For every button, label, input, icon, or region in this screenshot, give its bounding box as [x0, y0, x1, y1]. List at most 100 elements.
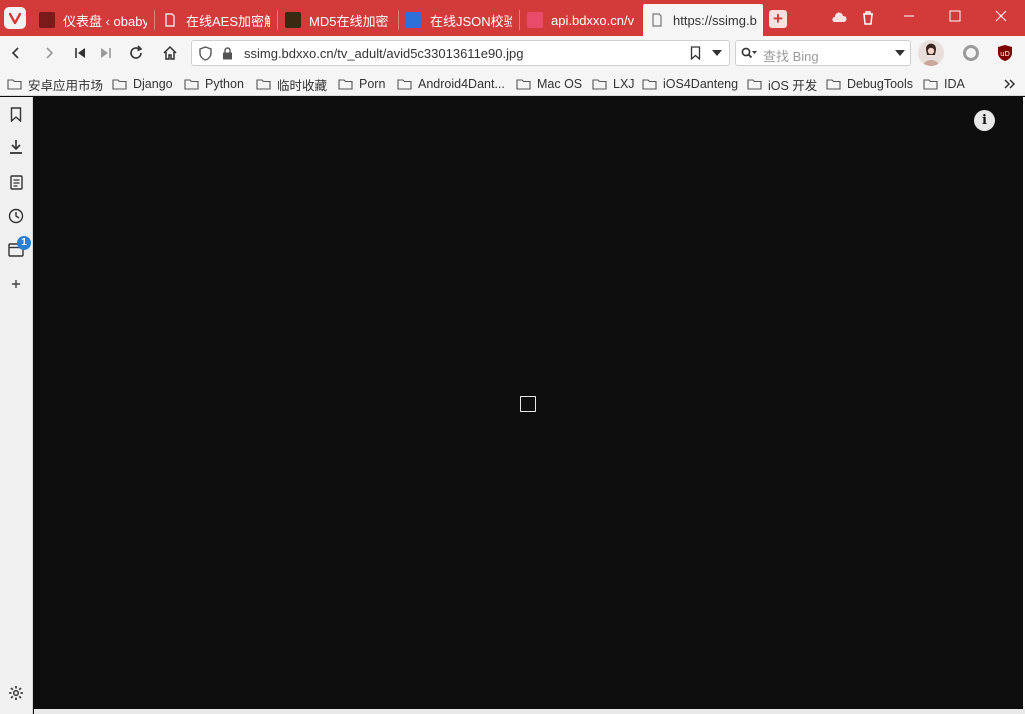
tab-title: 在线JSON校验格 — [430, 13, 512, 29]
bookmark-folder[interactable]: Mac OS — [516, 75, 582, 93]
bookmark-label: iOS 开发 — [768, 78, 818, 93]
bookmark-label: LXJ — [613, 77, 635, 91]
bookmarks-panel-button[interactable] — [7, 105, 25, 123]
tab-aes[interactable]: 在线AES加密解密 — [156, 4, 276, 36]
minimize-button[interactable] — [886, 0, 932, 32]
bookmarks-overflow-button[interactable] — [1003, 75, 1017, 93]
tab-bar: 仪表盘 ‹ obaby@ 在线AES加密解密 MD5在线加密 - 在线JSON校… — [0, 0, 1025, 36]
tab-dashboard[interactable]: 仪表盘 ‹ obaby@ — [33, 4, 153, 36]
bookmarks-bar: 安卓应用市场 Django Python 临时收藏 Porn Android4D… — [0, 70, 1025, 96]
home-button[interactable] — [159, 42, 181, 64]
navigation-bar: ssimg.bdxxo.cn/tv_adult/avid5c33013611e9… — [0, 36, 1025, 70]
tab-divider — [519, 10, 520, 30]
chevron-down-icon[interactable] — [712, 50, 722, 57]
url-text: ssimg.bdxxo.cn/tv_adult/avid5c33013611e9… — [244, 46, 524, 61]
reload-button[interactable] — [125, 42, 147, 64]
tab-ssimg-active[interactable]: https://ssimg.bd — [643, 4, 763, 36]
page-icon — [162, 12, 178, 28]
folder-icon — [184, 79, 199, 90]
tab-json[interactable]: 在线JSON校验格 — [400, 4, 518, 36]
bookmark-label: 临时收藏 — [277, 78, 328, 93]
history-panel-button[interactable] — [7, 207, 25, 225]
avatar-icon — [923, 43, 939, 66]
window-count-badge: 1 — [17, 236, 31, 250]
fast-forward-button[interactable] — [95, 42, 117, 64]
gear-icon — [9, 686, 23, 700]
minimize-icon — [904, 15, 914, 17]
tab-divider — [398, 10, 399, 30]
tab-title: api.bdxxo.cn/v1/ — [551, 12, 635, 28]
folder-icon — [338, 79, 353, 90]
bookmark-label: Python — [205, 77, 244, 91]
bookmark-label: 安卓应用市场 — [28, 78, 104, 93]
broken-image-placeholder — [520, 396, 536, 412]
md5-favicon-icon — [285, 12, 301, 28]
image-info-button[interactable]: i — [974, 110, 995, 131]
folder-icon — [112, 79, 127, 90]
add-web-panel-button[interactable] — [7, 275, 25, 293]
side-panel: 1 — [0, 97, 33, 714]
close-window-button[interactable] — [978, 0, 1024, 32]
back-button[interactable] — [5, 42, 27, 64]
home-icon — [163, 45, 177, 60]
json-favicon-icon — [406, 12, 422, 28]
ublock-button[interactable]: uD — [994, 42, 1016, 64]
chevron-down-icon[interactable] — [895, 50, 905, 57]
folder-icon — [592, 79, 607, 90]
back-arrow-icon — [11, 47, 19, 59]
bookmark-folder[interactable]: Android4Dant... — [397, 75, 505, 93]
bookmark-folder[interactable]: Python — [184, 75, 244, 93]
new-tab-button[interactable]: + — [769, 10, 787, 28]
bookmark-folder[interactable]: IDA — [923, 75, 965, 93]
forward-arrow-icon — [46, 47, 54, 59]
bookmark-icon — [10, 106, 22, 122]
search-field[interactable]: 查找 Bing — [735, 40, 911, 66]
profile-avatar[interactable] — [918, 40, 944, 66]
bookmark-icon[interactable] — [690, 46, 701, 60]
bookmark-folder[interactable]: 安卓应用市场 — [7, 75, 103, 93]
clock-icon — [8, 208, 24, 224]
folder-icon — [516, 79, 531, 90]
svg-text:uD: uD — [1000, 50, 1010, 58]
vivaldi-logo-icon — [8, 12, 22, 25]
forward-button[interactable] — [38, 42, 60, 64]
maximize-button[interactable] — [932, 0, 978, 32]
vivaldi-menu-button[interactable] — [4, 7, 26, 29]
bookmark-label: Django — [133, 77, 173, 91]
close-icon — [995, 10, 1007, 22]
tab-md5[interactable]: MD5在线加密 - — [279, 4, 397, 36]
notes-panel-button[interactable] — [7, 173, 25, 191]
bookmark-folder[interactable]: iOS 开发 — [747, 75, 817, 93]
bookmark-label: Porn — [359, 77, 386, 91]
bookmark-label: Android4Dant... — [418, 77, 505, 91]
tab-title: https://ssimg.bd — [673, 12, 757, 28]
double-chevron-right-icon — [1004, 79, 1016, 89]
rewind-icon — [75, 48, 85, 58]
tab-title: MD5在线加密 - — [309, 13, 391, 29]
bookmark-folder[interactable]: 临时收藏 — [256, 75, 327, 93]
tab-api[interactable]: api.bdxxo.cn/v1/ — [521, 4, 641, 36]
rewind-button[interactable] — [69, 42, 91, 64]
folder-icon — [747, 79, 762, 90]
bookmark-folder[interactable]: DebugTools — [826, 75, 913, 93]
trash-icon[interactable] — [859, 9, 877, 27]
tab-title: 在线AES加密解密 — [186, 13, 270, 29]
bookmark-folder[interactable]: iOS4Danteng — [642, 75, 738, 93]
folder-icon — [397, 79, 412, 90]
extension-circle-button[interactable] — [960, 42, 982, 64]
folder-icon — [642, 79, 657, 90]
bookmark-label: iOS4Danteng — [663, 77, 739, 91]
lock-icon — [223, 47, 232, 60]
plus-icon — [12, 280, 20, 288]
bookmark-folder[interactable]: Porn — [338, 75, 385, 93]
address-bar[interactable]: ssimg.bdxxo.cn/tv_adult/avid5c33013611e9… — [191, 40, 730, 66]
maximize-icon — [949, 10, 961, 22]
shield-icon[interactable] — [199, 46, 212, 61]
image-viewer: i — [34, 97, 1023, 709]
cloud-sync-icon[interactable] — [830, 9, 848, 27]
bookmark-folder[interactable]: Django — [112, 75, 173, 93]
settings-button[interactable] — [7, 684, 25, 702]
bookmark-folder[interactable]: LXJ — [592, 75, 635, 93]
bookmark-label: IDA — [944, 77, 965, 91]
downloads-panel-button[interactable] — [7, 138, 25, 156]
